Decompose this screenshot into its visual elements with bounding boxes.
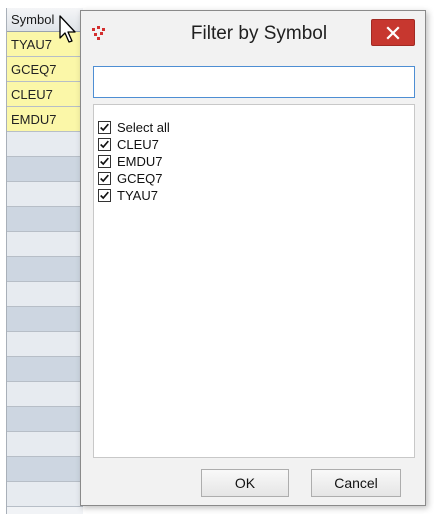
checkbox-symbol[interactable]	[98, 189, 111, 202]
checkbox-symbol[interactable]	[98, 138, 111, 151]
checkbox-select-all[interactable]	[98, 121, 111, 134]
grid-row-empty[interactable]	[7, 407, 83, 432]
grid-row[interactable]: GCEQ7	[7, 57, 83, 82]
ok-button[interactable]: OK	[201, 469, 289, 497]
grid-row-empty[interactable]	[7, 482, 83, 507]
list-item-label: EMDU7	[117, 154, 163, 169]
close-button[interactable]	[371, 19, 415, 46]
checkmark-icon	[100, 123, 109, 132]
list-item-label: GCEQ7	[117, 171, 163, 186]
symbol-grid: Symbol TYAU7 GCEQ7 CLEU7 EMDU7	[6, 8, 83, 514]
checkbox-symbol[interactable]	[98, 172, 111, 185]
dialog-titlebar[interactable]: Filter by Symbol	[81, 11, 425, 57]
grid-cell-symbol: EMDU7	[11, 112, 57, 127]
list-item-symbol[interactable]: EMDU7	[98, 153, 163, 170]
grid-cell-symbol: GCEQ7	[11, 62, 57, 77]
grid-row-empty[interactable]	[7, 157, 83, 182]
list-item-symbol[interactable]: CLEU7	[98, 136, 159, 153]
grid-row-empty[interactable]	[7, 207, 83, 232]
symbol-checkbox-list: Select all CLEU7 EMDU7 GCEQ7 TYAU7	[93, 104, 415, 458]
grid-row-empty[interactable]	[7, 332, 83, 357]
grid-row-empty[interactable]	[7, 182, 83, 207]
checkmark-icon	[100, 191, 109, 200]
list-item-symbol[interactable]: TYAU7	[98, 187, 158, 204]
checkmark-icon	[100, 140, 109, 149]
list-item-label: Select all	[117, 120, 170, 135]
grid-row[interactable]: CLEU7	[7, 82, 83, 107]
grid-cell-symbol: CLEU7	[11, 87, 53, 102]
grid-row-empty[interactable]	[7, 232, 83, 257]
grid-row-empty[interactable]	[7, 432, 83, 457]
grid-row-empty[interactable]	[7, 282, 83, 307]
grid-row-empty[interactable]	[7, 132, 83, 157]
grid-row-empty[interactable]	[7, 382, 83, 407]
grid-row-empty[interactable]	[7, 357, 83, 382]
grid-row-empty[interactable]	[7, 257, 83, 282]
list-item-select-all[interactable]: Select all	[98, 119, 170, 136]
close-icon	[386, 26, 400, 40]
list-item-symbol[interactable]: GCEQ7	[98, 170, 163, 187]
checkbox-symbol[interactable]	[98, 155, 111, 168]
grid-column-header-label: Symbol	[11, 12, 55, 27]
list-item-label: CLEU7	[117, 137, 159, 152]
symbol-search-input[interactable]	[93, 66, 415, 98]
mouse-pointer-icon	[59, 15, 76, 43]
cancel-button[interactable]: Cancel	[311, 469, 401, 497]
checkmark-icon	[100, 174, 109, 183]
grid-cell-symbol: TYAU7	[11, 37, 52, 52]
list-item-label: TYAU7	[117, 188, 158, 203]
checkmark-icon	[100, 157, 109, 166]
filter-dialog: Filter by Symbol Select all CLEU7 EMDU7 …	[80, 10, 426, 506]
grid-row-empty[interactable]	[7, 307, 83, 332]
grid-row[interactable]: EMDU7	[7, 107, 83, 132]
grid-row-empty[interactable]	[7, 457, 83, 482]
